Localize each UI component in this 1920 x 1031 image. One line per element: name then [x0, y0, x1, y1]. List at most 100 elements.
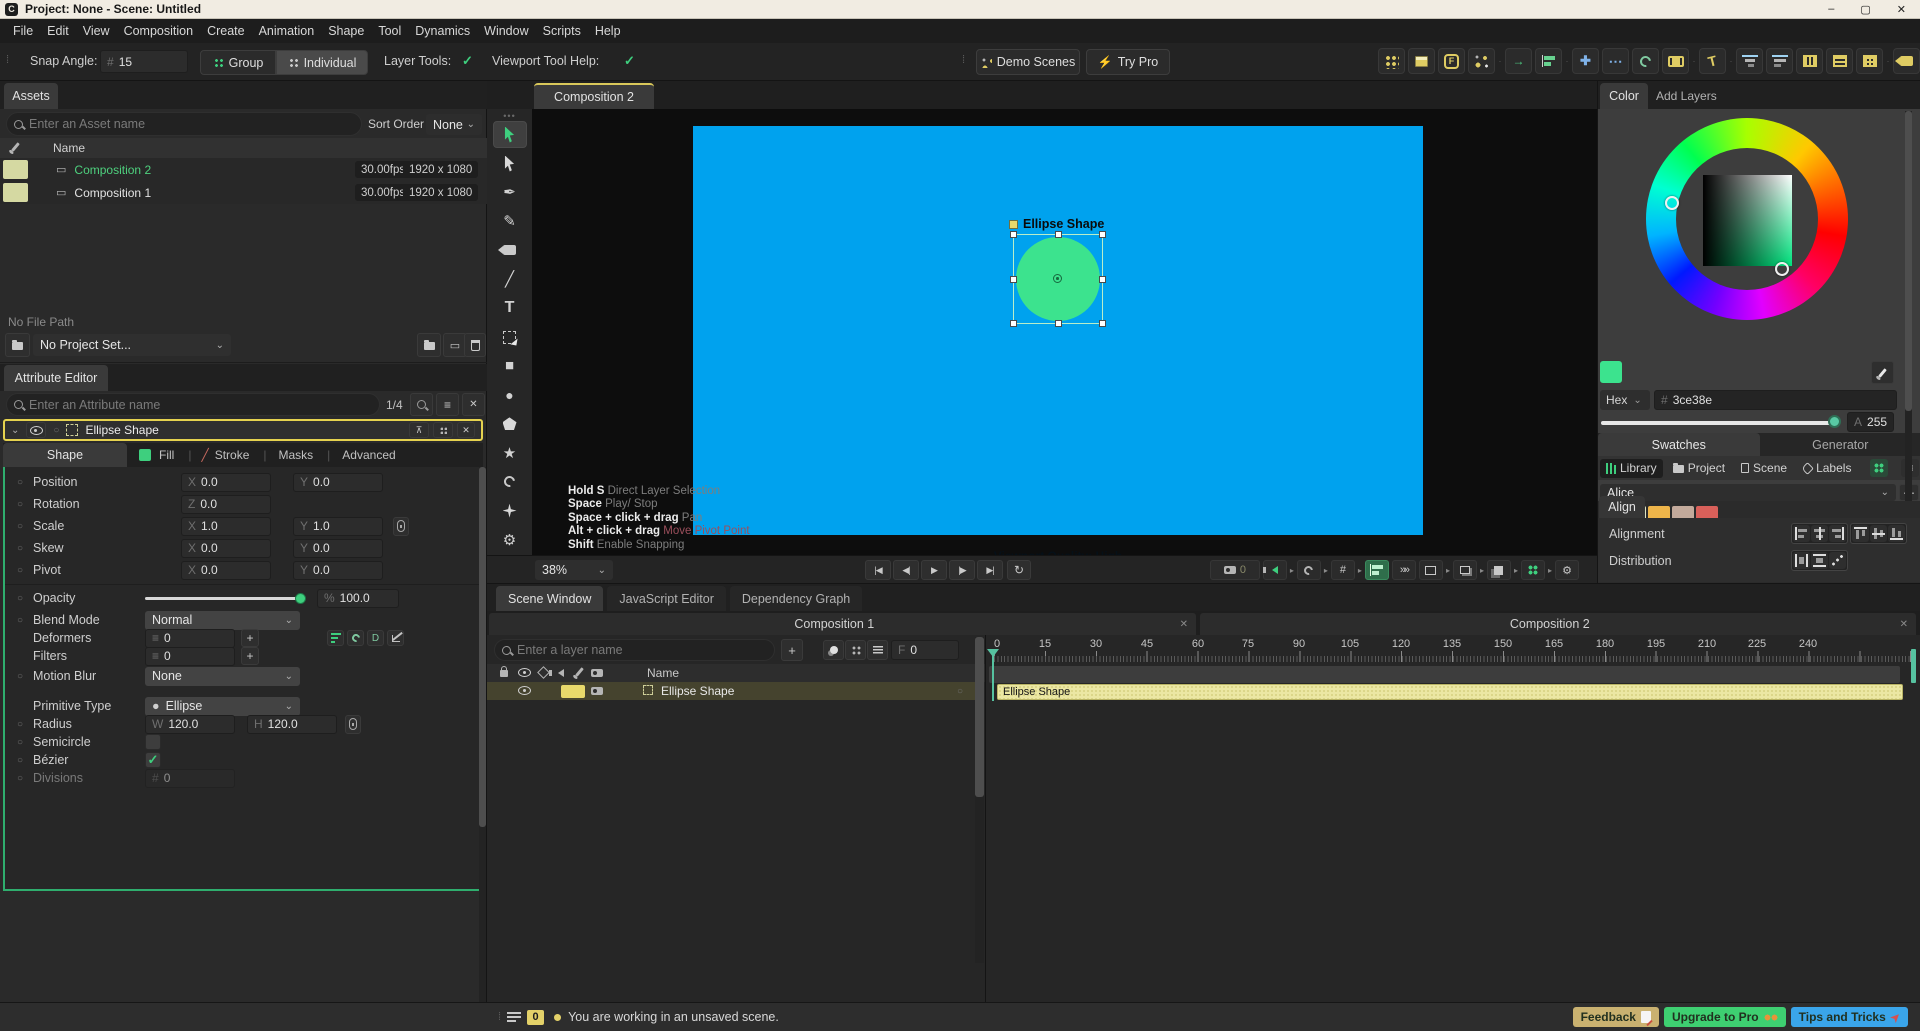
- align-left-button[interactable]: [1793, 525, 1810, 542]
- scatter-filter-button[interactable]: [845, 640, 866, 660]
- alpha-slider-knob[interactable]: [1828, 415, 1841, 428]
- collapse-chevron-icon[interactable]: ⌄: [11, 425, 19, 436]
- layer-search-field[interactable]: [517, 643, 767, 657]
- blend-mode-dropdown[interactable]: Normal⌄: [145, 611, 300, 630]
- previous-frame-button[interactable]: ◀|: [893, 560, 919, 580]
- expander-icon[interactable]: ▸: [1480, 566, 1484, 575]
- menu-edit[interactable]: Edit: [40, 21, 76, 41]
- asset-row-composition1[interactable]: ▭ Composition 1 30.00fps 1920 x 1080: [0, 181, 487, 204]
- text-tool[interactable]: T: [493, 295, 527, 322]
- menu-composition[interactable]: Composition: [117, 21, 200, 41]
- sequence-button[interactable]: [1766, 48, 1793, 74]
- menu-tool[interactable]: Tool: [371, 21, 408, 41]
- composition-canvas[interactable]: [693, 126, 1423, 535]
- scale-y-field[interactable]: Y1.0: [293, 517, 383, 536]
- tools-grip[interactable]: •••: [503, 111, 515, 121]
- tab-advanced[interactable]: Advanced: [342, 448, 395, 462]
- menu-dynamics[interactable]: Dynamics: [408, 21, 477, 41]
- menu-view[interactable]: View: [76, 21, 117, 41]
- toolbar-grip[interactable]: ⁞: [6, 54, 7, 66]
- rectangle-tool[interactable]: ■: [493, 353, 527, 380]
- close-tab-icon[interactable]: ✕: [1180, 619, 1196, 630]
- position-y-field[interactable]: Y0.0: [293, 473, 383, 492]
- pivot-y-field[interactable]: Y0.0: [293, 561, 383, 580]
- semicircle-checkbox[interactable]: [145, 734, 161, 750]
- layer-tools-check[interactable]: ✓: [462, 53, 473, 69]
- keyframe-circle[interactable]: ○: [17, 615, 23, 626]
- zoom-level-dropdown[interactable]: 38%⌄: [535, 560, 613, 580]
- distribute-vertical-button[interactable]: [1811, 552, 1828, 569]
- cycle-button[interactable]: [1632, 48, 1659, 74]
- align-bottom-button[interactable]: [1888, 525, 1905, 542]
- asset-row-composition2[interactable]: ▭ Composition 2 30.00fps 1920 x 1080: [0, 158, 487, 181]
- selection-handle[interactable]: [1055, 231, 1062, 238]
- expander-icon[interactable]: ▸: [1548, 566, 1552, 575]
- tool-settings[interactable]: ⚙: [493, 526, 527, 553]
- add-keyframe-button[interactable]: ✚: [1572, 48, 1599, 74]
- align-right-button[interactable]: [1829, 525, 1846, 542]
- camera-tool[interactable]: [493, 237, 527, 264]
- opacity-slider-track[interactable]: [145, 597, 300, 600]
- layer-name[interactable]: Ellipse Shape: [661, 684, 734, 698]
- opacity-field[interactable]: %100.0: [317, 589, 399, 608]
- playback-speed-button[interactable]: »»: [1392, 560, 1416, 580]
- radius-link-toggle[interactable]: [345, 715, 361, 734]
- select-tool[interactable]: [493, 121, 527, 148]
- transparency-button[interactable]: [1521, 560, 1545, 580]
- radius-h-field[interactable]: H120.0: [247, 715, 337, 734]
- bezier-checkbox[interactable]: ✓: [145, 752, 161, 768]
- audio-offset-field[interactable]: 0: [1210, 560, 1260, 580]
- delete-button[interactable]: [464, 333, 486, 357]
- layer-row-ellipse[interactable]: Ellipse Shape ○: [487, 682, 975, 700]
- individual-mode-button[interactable]: Individual: [276, 50, 368, 75]
- tab-swatches[interactable]: Swatches: [1598, 433, 1760, 456]
- loop-button[interactable]: ↻: [1007, 560, 1031, 580]
- saturation-square[interactable]: [1703, 175, 1792, 266]
- scatter-small-button[interactable]: [433, 422, 453, 438]
- pencil-tool[interactable]: ✎: [493, 208, 527, 235]
- keyframe-circle[interactable]: ○: [17, 719, 23, 730]
- text-on-path-button[interactable]: T: [1699, 48, 1726, 74]
- sort-order-dropdown[interactable]: None⌄: [426, 114, 482, 135]
- distribute-horizontal-button[interactable]: [1793, 552, 1810, 569]
- scale-x-field[interactable]: X1.0: [181, 517, 271, 536]
- snapping-button[interactable]: [1297, 560, 1321, 580]
- layer-list-scrollbar[interactable]: [975, 637, 984, 963]
- close-button[interactable]: ✕: [1897, 3, 1906, 16]
- direct-select-tool[interactable]: [493, 150, 527, 177]
- viewport-tab-composition2[interactable]: Composition 2: [534, 83, 654, 109]
- selection-handle[interactable]: [1099, 320, 1106, 327]
- tab-dependency-graph[interactable]: Dependency Graph: [730, 586, 862, 611]
- layer-search-input[interactable]: [494, 639, 775, 661]
- deformer-d-button[interactable]: D: [367, 630, 384, 646]
- grid-button[interactable]: [1856, 48, 1883, 74]
- align-hcenter-button[interactable]: [1811, 525, 1828, 542]
- star-tool[interactable]: ★: [493, 439, 527, 466]
- deformer-graph-button[interactable]: [387, 630, 404, 646]
- message-counter[interactable]: 0: [527, 1010, 544, 1025]
- tab-stroke[interactable]: Stroke: [215, 448, 250, 462]
- grid-view-toggle[interactable]: [1870, 459, 1888, 477]
- keyframe-circle[interactable]: ○: [17, 521, 23, 532]
- selection-handle[interactable]: [1099, 231, 1106, 238]
- frame-bounds-button[interactable]: [1419, 560, 1443, 580]
- layer-toggle[interactable]: [591, 684, 603, 698]
- scale-link-toggle[interactable]: [393, 517, 409, 536]
- add-deformer-button[interactable]: +: [241, 629, 259, 647]
- filmstrip-button[interactable]: [1662, 48, 1689, 74]
- tab-fill[interactable]: Fill: [159, 448, 174, 462]
- asset-name[interactable]: Composition 1: [74, 186, 151, 200]
- clear-search-button[interactable]: ✕: [462, 393, 485, 416]
- skew-x-field[interactable]: X0.0: [181, 539, 271, 558]
- grid-toggle-button[interactable]: #: [1331, 560, 1355, 580]
- asset-search-input[interactable]: [6, 112, 362, 136]
- pin-button[interactable]: ⊼: [409, 422, 429, 438]
- minimize-button[interactable]: –: [1828, 3, 1834, 16]
- expander-icon[interactable]: ▸: [1358, 566, 1362, 575]
- duplicate-view-button[interactable]: [1487, 560, 1511, 580]
- align-vcenter-button[interactable]: [1870, 525, 1887, 542]
- alpha-value-field[interactable]: A255: [1847, 412, 1894, 432]
- project-button[interactable]: Project: [1667, 459, 1731, 478]
- shape-header[interactable]: ⌄ ○ Ellipse Shape ⊼ ✕: [3, 419, 483, 441]
- hue-selector[interactable]: [1665, 196, 1679, 210]
